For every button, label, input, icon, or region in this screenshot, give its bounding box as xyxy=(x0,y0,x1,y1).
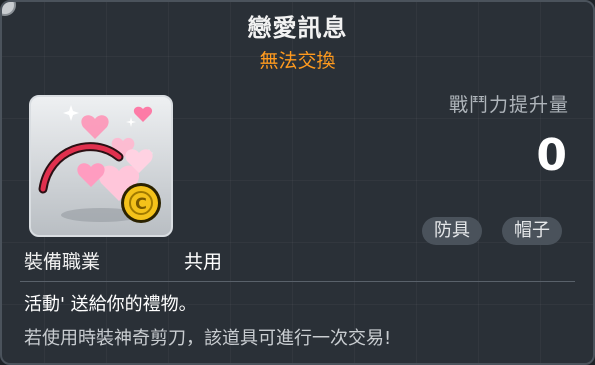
tag-armor: 防具 xyxy=(422,217,482,245)
item-tooltip: 戀愛訊息 無法交換 C 戰鬥力提升量 0 防具 帽子 裝備職業 共用 活動' 送… xyxy=(0,0,595,365)
coin-icon: C xyxy=(121,183,161,223)
job-label: 裝備職業 xyxy=(24,251,101,273)
job-value: 共用 xyxy=(184,251,223,273)
coin-symbol: C xyxy=(135,194,147,213)
combat-power-label: 戰鬥力提升量 xyxy=(448,94,569,116)
tag-hat: 帽子 xyxy=(502,217,562,245)
heart-whip-coin-icon: C xyxy=(38,105,161,223)
item-icon-frame: C xyxy=(29,95,173,237)
trade-status: 無法交換 xyxy=(259,50,336,72)
item-name: 戀愛訊息 xyxy=(247,14,348,42)
divider xyxy=(20,281,575,282)
combat-power-value: 0 xyxy=(536,130,567,181)
description-line-2: 若使用時裝神奇剪刀，該道具可進行一次交易! xyxy=(24,328,392,349)
description-line-1: 活動' 送給你的禮物。 xyxy=(24,294,197,315)
